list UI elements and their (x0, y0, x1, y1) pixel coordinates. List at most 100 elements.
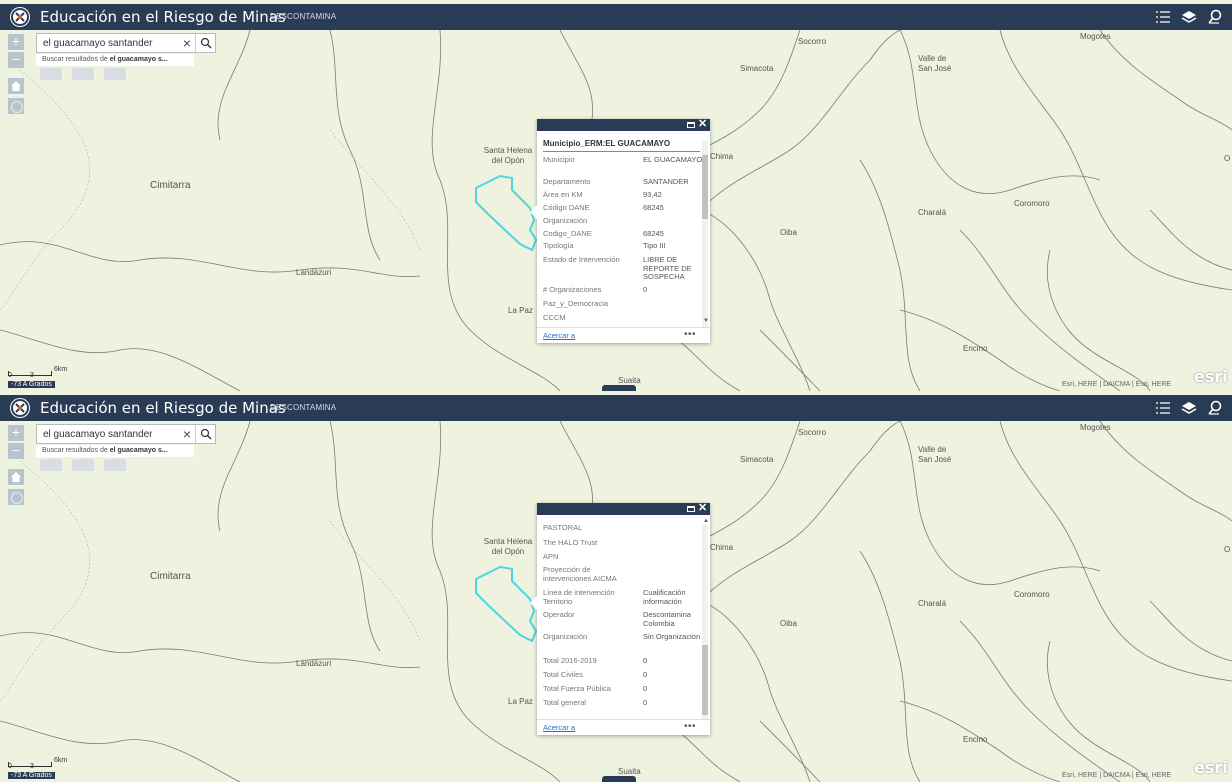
layers-icon[interactable] (1180, 399, 1198, 417)
scroll-down-icon[interactable]: ▼ (703, 318, 709, 324)
app-subtitle: DESCONTAMINA (270, 12, 337, 21)
map-attribution: Esri, HERE | DAICMA | Esri, HERE (1062, 772, 1172, 779)
app-header: Educación en el Riesgo de Minas DESCONTA… (0, 395, 1232, 421)
popup-pointer (530, 205, 537, 219)
place-label: Santa Helena del Opón (483, 537, 533, 556)
zoom-to-link[interactable]: Acercar a (543, 331, 575, 340)
basemap-tool-button[interactable] (72, 68, 94, 80)
el-guacamayo-highlight (475, 174, 538, 252)
search-input[interactable] (37, 425, 195, 443)
map-attribution: Esri, HERE | DAICMA | Esri, HERE (1062, 381, 1172, 388)
close-icon[interactable]: ✕ (698, 502, 707, 515)
place-label: Encino (963, 344, 988, 353)
feature-popup: ✕ Municipio_ERM:EL GUACAMAYO Municipio EL… (530, 118, 710, 343)
place-label: Chima (710, 152, 734, 161)
search-input[interactable] (37, 34, 195, 52)
place-label: La Paz (508, 697, 533, 706)
search-button[interactable] (195, 425, 215, 443)
zoom-in-button[interactable]: + (8, 425, 24, 441)
clear-icon[interactable]: × (181, 426, 193, 442)
popup-footer: Acercar a ••• (537, 327, 710, 343)
place-label: Coromoro (1014, 199, 1050, 208)
map-app-view-top: Educación en el Riesgo de Minas DESCONTA… (0, 0, 1232, 391)
map-app-view-bottom: Educación en el Riesgo de Minas DESCONTA… (0, 391, 1232, 782)
esri-logo: esri (1194, 758, 1228, 777)
popup-scrollbar[interactable] (702, 141, 708, 327)
query-search-icon[interactable] (1206, 399, 1224, 417)
place-label: Mogotes (1080, 423, 1111, 432)
home-button[interactable] (8, 469, 24, 485)
place-label: Encino (963, 735, 988, 744)
feature-popup: ✕ ▲ PASTORAL The HALO Trust APN Proyecci… (530, 502, 710, 735)
locate-button[interactable] (8, 489, 24, 505)
app-title: Educación en el Riesgo de Minas (40, 399, 286, 417)
place-label: Landázuri (296, 268, 332, 277)
place-label: Oiba (780, 619, 797, 628)
place-label: Santa Helena del Opón (483, 146, 533, 165)
draw-tool-button[interactable] (40, 459, 62, 471)
popup-header: ✕ (537, 502, 710, 515)
search-suggestion[interactable]: Buscar resultados de el guacamayo s... (36, 445, 194, 457)
close-icon[interactable]: ✕ (698, 118, 707, 131)
place-label: Socorro (798, 428, 827, 437)
search-button[interactable] (195, 34, 215, 52)
more-actions-icon[interactable]: ••• (684, 721, 696, 732)
query-search-icon[interactable] (1206, 8, 1224, 26)
app-subtitle: DESCONTAMINA (270, 403, 337, 412)
place-label: O (1224, 154, 1231, 163)
home-icon (11, 472, 21, 482)
home-icon (11, 81, 21, 91)
app-header: Educación en el Riesgo de Minas DESCONTA… (0, 4, 1232, 30)
legend-list-icon[interactable] (1154, 399, 1172, 417)
maximize-icon[interactable] (687, 506, 695, 512)
el-guacamayo-highlight (475, 565, 538, 643)
place-label: Simacota (740, 455, 774, 464)
layers-icon[interactable] (1180, 8, 1198, 26)
place-label: O (1224, 545, 1231, 554)
share-tool-button[interactable] (104, 68, 126, 80)
search-icon (200, 37, 212, 49)
legend-list-icon[interactable] (1154, 8, 1172, 26)
place-label: Landázuri (296, 659, 332, 668)
popup-pointer (530, 596, 537, 610)
place-label: Cimitarra (150, 571, 191, 582)
place-label: La Paz (508, 306, 533, 315)
search-suggestion[interactable]: Buscar resultados de el guacamayo s... (36, 54, 194, 66)
coordinates-readout: -73 A Grados (8, 381, 55, 388)
zoom-to-link[interactable]: Acercar a (543, 723, 575, 732)
app-logo (10, 7, 30, 27)
maximize-icon[interactable] (687, 122, 695, 128)
search-icon (200, 428, 212, 440)
place-label: Simacota (740, 64, 774, 73)
place-label: Oiba (780, 228, 797, 237)
place-label: Valle de San José (918, 445, 952, 464)
share-tool-button[interactable] (104, 459, 126, 471)
search-box: × (36, 424, 216, 444)
home-button[interactable] (8, 78, 24, 94)
popup-scrollbar[interactable] (702, 525, 708, 719)
popup-title: Municipio_ERM:EL GUACAMAYO (543, 139, 671, 148)
place-label: Mogotes (1080, 32, 1111, 41)
app-title: Educación en el Riesgo de Minas (40, 8, 286, 26)
zoom-out-button[interactable]: − (8, 52, 24, 68)
app-logo (10, 398, 30, 418)
popup-footer: Acercar a ••• (537, 719, 710, 735)
coordinates-readout: -73 A Grados (8, 772, 55, 779)
place-label: Coromoro (1014, 590, 1050, 599)
more-actions-icon[interactable]: ••• (684, 329, 696, 340)
search-box: × (36, 33, 216, 53)
esri-logo: esri (1194, 367, 1228, 386)
zoom-out-button[interactable]: − (8, 443, 24, 459)
place-label: Cimitarra (150, 180, 191, 191)
place-label: Valle de San José (918, 54, 952, 73)
scroll-up-icon[interactable]: ▲ (703, 518, 709, 524)
locate-button[interactable] (8, 98, 24, 114)
clear-icon[interactable]: × (181, 35, 193, 51)
popup-header: ✕ (537, 118, 710, 131)
place-label: Charalá (918, 208, 947, 217)
zoom-in-button[interactable]: + (8, 34, 24, 50)
draw-tool-button[interactable] (40, 68, 62, 80)
attribute-table-tab[interactable] (602, 776, 636, 782)
place-label: Chima (710, 543, 734, 552)
basemap-tool-button[interactable] (72, 459, 94, 471)
